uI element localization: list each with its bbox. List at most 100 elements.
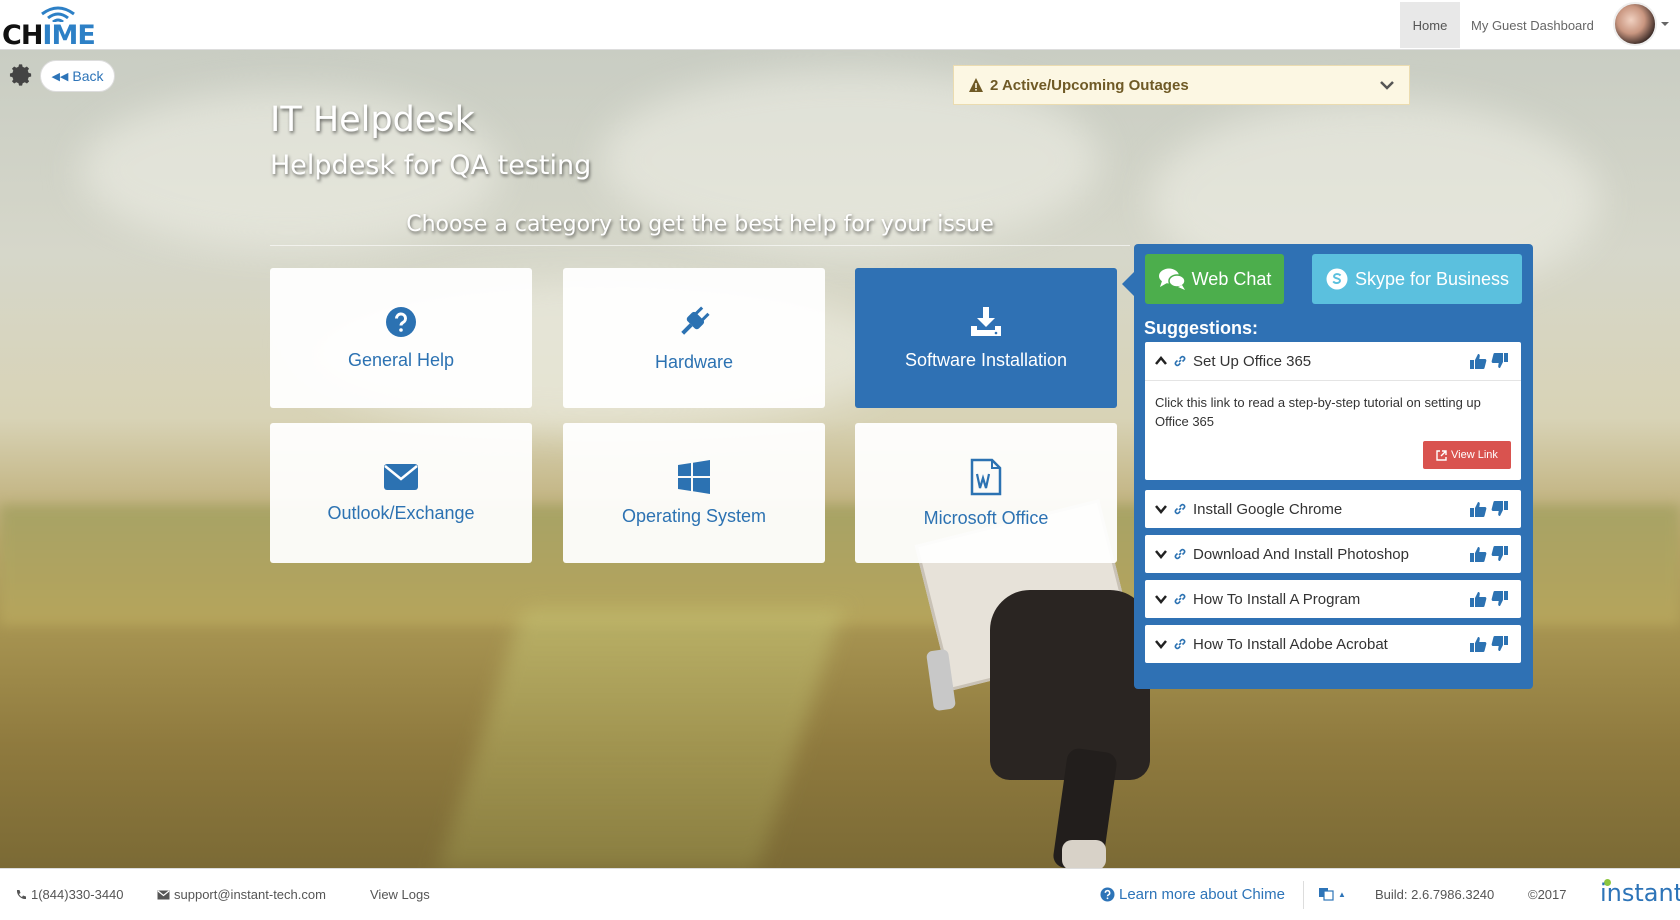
link-icon xyxy=(1174,593,1186,605)
suggestion-header[interactable]: Set Up Office 365 xyxy=(1145,342,1521,380)
footer-phone[interactable]: 1(844)330-3440 xyxy=(15,887,124,902)
copyright: ©2017 xyxy=(1528,887,1567,902)
footer: 1(844)330-3440 support@instant-tech.com … xyxy=(0,868,1680,920)
category-tile-microsoft-office[interactable]: Microsoft Office xyxy=(855,423,1117,563)
phone-icon xyxy=(16,889,26,899)
category-tile-outlook-exchange[interactable]: Outlook/Exchange xyxy=(270,423,532,563)
footer-divider xyxy=(1303,881,1304,909)
question-circle-icon xyxy=(1100,887,1115,902)
gear-icon[interactable] xyxy=(8,62,34,88)
page-title: IT Helpdesk xyxy=(270,100,475,140)
back-button[interactable]: ◀◀ Back xyxy=(40,60,115,92)
thumbs-down-icon[interactable] xyxy=(1491,590,1509,608)
question-circle-icon xyxy=(386,306,416,337)
thumbs-down-icon[interactable] xyxy=(1491,500,1509,518)
logo-text: CHIME xyxy=(2,20,96,51)
build-version: Build: 2.6.7986.3240 xyxy=(1375,887,1494,902)
download-icon xyxy=(971,306,1001,336)
web-chat-label: Web Chat xyxy=(1191,268,1272,289)
outages-dropdown[interactable]: 2 Active/Upcoming Outages xyxy=(953,65,1410,105)
thumbs-up-icon[interactable] xyxy=(1469,590,1487,608)
language-selector[interactable]: ▲ xyxy=(1318,887,1346,901)
suggestion-item-expanded: Set Up Office 365 Click this link to rea… xyxy=(1145,342,1521,480)
chevron-down-icon xyxy=(1155,640,1167,649)
category-label: Software Installation xyxy=(904,349,1068,370)
chime-logo[interactable]: CHIME xyxy=(2,6,96,51)
chevron-down-icon xyxy=(1155,595,1167,604)
category-tile-hardware[interactable]: Hardware xyxy=(563,268,825,408)
category-tile-software-installation[interactable]: Software Installation xyxy=(855,268,1117,408)
warning-icon xyxy=(969,78,983,92)
category-label: Microsoft Office xyxy=(923,507,1049,528)
chevron-down-icon xyxy=(1155,505,1167,514)
category-tile-general-help[interactable]: General Help xyxy=(270,268,532,408)
thumbs-up-icon[interactable] xyxy=(1469,545,1487,563)
suggestions-title: Suggestions: xyxy=(1144,318,1259,338)
suggestion-description: Click this link to read a step-by-step t… xyxy=(1155,395,1481,429)
suggestion-header[interactable]: How To Install Adobe Acrobat xyxy=(1145,625,1521,663)
envelope-icon xyxy=(157,890,170,899)
chevron-up-icon xyxy=(1155,356,1167,365)
avatar[interactable] xyxy=(1613,2,1657,46)
build-label: Build: 2.6.7986.3240 xyxy=(1375,887,1495,902)
category-label: Outlook/Exchange xyxy=(327,502,475,523)
suggestion-item[interactable]: Install Google Chrome xyxy=(1145,490,1521,528)
windows-icon xyxy=(678,459,710,494)
nav-home[interactable]: Home xyxy=(1400,2,1460,48)
external-link-icon xyxy=(1436,449,1447,461)
suggestion-header[interactable]: Download And Install Photoshop xyxy=(1145,535,1521,573)
view-link-button[interactable]: View Link xyxy=(1423,441,1511,469)
caret-up-icon: ▲ xyxy=(1338,889,1346,899)
page-subtitle: Helpdesk for QA testing xyxy=(270,150,592,181)
thumbs-down-icon[interactable] xyxy=(1491,352,1509,370)
copyright-label: ©2017 xyxy=(1528,887,1567,902)
suggestion-header[interactable]: Install Google Chrome xyxy=(1145,490,1521,528)
suggestion-item[interactable]: Download And Install Photoshop xyxy=(1145,535,1521,573)
thumbs-up-icon[interactable] xyxy=(1469,500,1487,518)
thumbs-up-icon[interactable] xyxy=(1469,352,1487,370)
thumbs-down-icon[interactable] xyxy=(1491,545,1509,563)
envelope-icon xyxy=(384,463,418,490)
category-label: General Help xyxy=(347,349,455,370)
chevron-down-icon xyxy=(1380,81,1394,90)
instant-logo[interactable]: instant xyxy=(1600,879,1680,907)
link-icon xyxy=(1174,503,1186,515)
double-chevron-left-icon: ◀◀ xyxy=(51,70,69,83)
suggestion-label: How To Install A Program xyxy=(1193,590,1361,608)
back-label: Back xyxy=(72,68,104,84)
suggestion-label: Set Up Office 365 xyxy=(1193,352,1312,370)
top-navbar: CHIME Home My Guest Dashboard xyxy=(0,0,1680,51)
chat-bubbles-icon xyxy=(1158,268,1186,290)
skype-for-business-button[interactable]: Skype for Business xyxy=(1312,254,1522,304)
link-icon xyxy=(1174,638,1186,650)
suggestion-item[interactable]: How To Install A Program xyxy=(1145,580,1521,618)
view-logs-label: View Logs xyxy=(370,887,430,902)
learn-more-link[interactable]: Learn more about Chime xyxy=(1100,886,1285,903)
category-label: Operating System xyxy=(621,505,767,526)
skype-label: Skype for Business xyxy=(1354,268,1510,289)
category-prompt: Choose a category to get the best help f… xyxy=(270,212,1130,246)
suggestion-header[interactable]: How To Install A Program xyxy=(1145,580,1521,618)
suggestion-label: Download And Install Photoshop xyxy=(1193,545,1409,563)
panel-pointer xyxy=(1122,272,1134,296)
thumbs-up-icon[interactable] xyxy=(1469,635,1487,653)
suggestion-item[interactable]: How To Install Adobe Acrobat xyxy=(1145,625,1521,663)
learn-more-label: Learn more about Chime xyxy=(1119,886,1285,903)
outages-label: 2 Active/Upcoming Outages xyxy=(990,76,1189,94)
language-icon xyxy=(1319,888,1334,901)
link-icon xyxy=(1174,355,1186,367)
nav-guest-dashboard[interactable]: My Guest Dashboard xyxy=(1471,2,1594,48)
suggestion-body: Click this link to read a step-by-step t… xyxy=(1145,380,1521,479)
phone-number: 1(844)330-3440 xyxy=(31,887,124,902)
footer-email[interactable]: support@instant-tech.com xyxy=(157,887,326,902)
suggestion-label: Install Google Chrome xyxy=(1193,500,1343,518)
category-label: Hardware xyxy=(654,351,734,372)
web-chat-button[interactable]: Web Chat xyxy=(1145,254,1284,304)
plug-icon xyxy=(681,305,710,335)
suggestion-label: How To Install Adobe Acrobat xyxy=(1193,635,1388,653)
caret-down-icon[interactable] xyxy=(1661,22,1669,26)
thumbs-down-icon[interactable] xyxy=(1491,635,1509,653)
view-logs-link[interactable]: View Logs xyxy=(370,887,430,902)
chevron-down-icon xyxy=(1155,550,1167,559)
category-tile-operating-system[interactable]: Operating System xyxy=(563,423,825,563)
